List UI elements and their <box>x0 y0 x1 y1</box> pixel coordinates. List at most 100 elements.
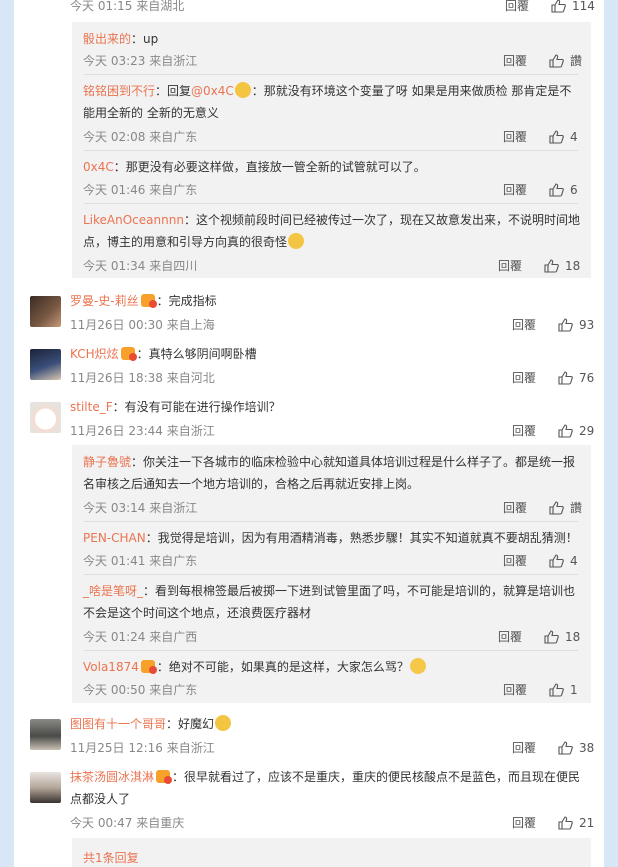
thumbs-up-icon <box>549 682 564 697</box>
reply-button[interactable]: 回覆 <box>503 52 527 69</box>
reply-button[interactable]: 回覆 <box>512 316 536 333</box>
reply-button[interactable]: 回覆 <box>503 181 527 198</box>
username-link[interactable]: 图图有十一个哥哥 <box>70 717 166 731</box>
like-count: 38 <box>579 740 595 755</box>
comment-meta: 11月26日 23:44 来自浙江 <box>70 424 215 438</box>
reply-meta: 今天 00:50 来自广东 <box>83 683 198 697</box>
comment-text: ：好魔幻 <box>166 717 215 731</box>
comment-text: ：完成指标 <box>156 294 217 308</box>
reply-prefix: ：回复 <box>155 84 192 98</box>
thumbs-up-icon <box>544 629 559 644</box>
reply-text-line: 骰出来的：up <box>83 28 158 50</box>
like-button[interactable]: 29 <box>558 424 594 438</box>
reply-button[interactable]: 回覆 <box>498 628 522 645</box>
like-button[interactable]: 1 <box>549 683 578 697</box>
reply-actions: 回覆 18 <box>498 628 580 645</box>
reply-actions: 回覆 4 <box>503 128 578 145</box>
comment-actions: 回覆 93 <box>512 316 594 333</box>
comment-actions: 回覆 38 <box>512 739 594 756</box>
reply-actions: 回覆 讚 <box>503 499 582 516</box>
like-button[interactable]: 38 <box>558 741 594 755</box>
reply-text-line: Vola1874 ：绝对不可能，如果真的是这样，大家怎么骂？ <box>83 656 427 678</box>
comment-actions: 回覆 114 <box>505 0 595 14</box>
username-link[interactable]: 抹茶汤圆冰淇淋 <box>70 770 154 784</box>
reply-meta: 今天 03:14 来自浙江 <box>83 501 198 515</box>
like-count: 76 <box>579 370 595 385</box>
username-link[interactable]: Vola1874 <box>83 660 139 674</box>
like-button[interactable]: 76 <box>558 371 594 385</box>
reply-button[interactable]: 回覆 <box>503 552 527 569</box>
comment-feed: 今天 01:15 来自湖北 回覆 114 骰出来的：up 今天 03:23 来自… <box>14 0 604 867</box>
reply-text: ：up <box>131 32 159 46</box>
comment-text-line: 罗曼-史-莉丝 ：完成指标 <box>70 290 217 312</box>
reply-button[interactable]: 回覆 <box>505 0 529 14</box>
divider <box>84 150 578 151</box>
comment-actions: 回覆 21 <box>512 814 594 831</box>
like-count: 1 <box>570 682 578 697</box>
reply-button[interactable]: 回覆 <box>503 681 527 698</box>
thumbs-up-icon <box>549 553 564 568</box>
reply-text-line: 铭铭困到不行：回复@0x4C ：那就没有环境这个变量了呀 如果是用来做质检 那肯定… <box>83 80 583 124</box>
reply-actions: 回覆 18 <box>498 257 580 274</box>
reply-button[interactable]: 回覆 <box>503 499 527 516</box>
like-button[interactable]: 讚 <box>549 52 582 69</box>
username-link[interactable]: 骰出来的 <box>83 32 131 46</box>
thumbs-up-icon <box>549 129 564 144</box>
like-count: 18 <box>565 258 581 273</box>
crying-emoji-icon <box>288 233 305 249</box>
avatar[interactable] <box>30 402 61 433</box>
shocked-emoji-icon <box>215 715 232 731</box>
thumbs-up-icon <box>558 815 573 830</box>
like-button[interactable]: 21 <box>558 816 594 830</box>
like-count: 4 <box>570 129 578 144</box>
avatar[interactable] <box>30 349 61 380</box>
username-link[interactable]: PEN-CHAN <box>83 531 146 545</box>
comment-text: ：真特么够阴间啊卧槽 <box>136 347 257 361</box>
reply-button[interactable]: 回覆 <box>512 422 536 439</box>
like-button[interactable]: 18 <box>544 630 580 644</box>
reply-text: ：你关注一下各城市的临床检验中心就知道具体培训过程是什么样子了。都是统一报名审核… <box>83 455 576 491</box>
username-link[interactable]: 罗曼-史-莉丝 <box>70 294 139 308</box>
divider <box>84 521 578 522</box>
reply-button[interactable]: 回覆 <box>503 128 527 145</box>
thumbs-up-icon <box>558 423 573 438</box>
thumbs-up-icon <box>558 370 573 385</box>
reply-thread <box>72 838 591 867</box>
cat-emoji-icon <box>409 658 426 674</box>
mention-link[interactable]: @0x4C <box>191 84 234 98</box>
like-button[interactable]: 讚 <box>549 499 582 516</box>
like-button[interactable]: 6 <box>549 183 578 197</box>
comment-actions: 回覆 76 <box>512 369 594 386</box>
like-button[interactable]: 18 <box>544 259 580 273</box>
thumbs-up-icon <box>551 0 566 13</box>
username-link[interactable]: _啥是笔呀_ <box>83 584 143 598</box>
more-replies-link[interactable]: 共1条回复 <box>83 849 139 866</box>
comment-text: ：有没有可能在进行操作培训？ <box>112 400 281 414</box>
reply-button[interactable]: 回覆 <box>512 739 536 756</box>
reply-meta: 今天 01:46 来自广东 <box>83 183 198 197</box>
avatar[interactable] <box>30 772 61 803</box>
username-link[interactable]: 铭铭困到不行 <box>83 84 155 98</box>
reply-text-line: LikeAnOceannnn：这个视频前段时间已经被传过一次了，现在又故意发出来… <box>83 209 583 253</box>
reply-text: ：看到每根棉签最后被掷一下进到试管里面了吗，不可能是培训的，就算是培训也不会是这… <box>83 584 576 620</box>
username-link[interactable]: 静子魯號 <box>83 455 131 469</box>
reply-button[interactable]: 回覆 <box>512 369 536 386</box>
reply-text: ：那更没有必要这样做，直接放一管全新的试管就可以了。 <box>113 160 426 174</box>
avatar[interactable] <box>30 296 61 327</box>
comment-meta: 11月25日 12:16 来自浙江 <box>70 741 215 755</box>
username-link[interactable]: KCH炽炫 <box>70 347 119 361</box>
username-link[interactable]: stilte_F <box>70 400 113 414</box>
divider <box>84 650 578 651</box>
reply-button[interactable]: 回覆 <box>498 257 522 274</box>
avatar[interactable] <box>30 719 61 750</box>
username-link[interactable]: LikeAnOceannnn <box>83 213 184 227</box>
like-button[interactable]: 114 <box>551 0 595 13</box>
thumbs-up-icon <box>544 258 559 273</box>
reply-text-line: 0x4C：那更没有必要这样做，直接放一管全新的试管就可以了。 <box>83 156 426 178</box>
reply-button[interactable]: 回覆 <box>512 814 536 831</box>
like-button[interactable]: 93 <box>558 318 594 332</box>
username-link[interactable]: 0x4C <box>83 160 114 174</box>
like-button[interactable]: 4 <box>549 554 578 568</box>
thumbs-up-icon <box>549 500 564 515</box>
like-button[interactable]: 4 <box>549 130 578 144</box>
